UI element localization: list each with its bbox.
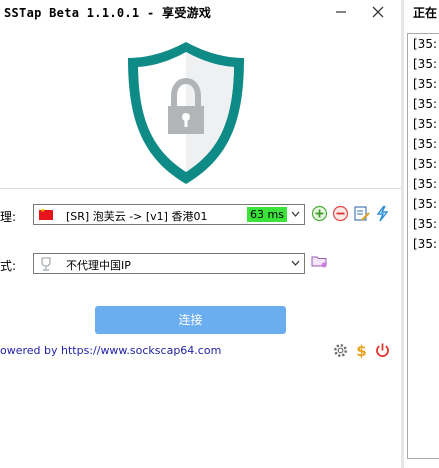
log-title: 正在	[413, 6, 438, 20]
log-textbox[interactable]: [35: [35: [35: [35: [35: [35: [35: [35: …	[407, 33, 439, 459]
speed-test-icon[interactable]	[374, 205, 391, 222]
shield-lock-logo	[128, 42, 244, 184]
latency-badge: 63 ms	[247, 207, 287, 222]
proxy-label: 理:	[0, 210, 17, 224]
log-line: [35:	[413, 117, 437, 131]
log-line: [35:	[413, 77, 437, 91]
log-line: [35:	[413, 157, 437, 171]
mode-select[interactable]: 不代理中国IP	[33, 253, 305, 274]
log-line: [35:	[413, 217, 437, 231]
log-line: [35:	[413, 57, 437, 71]
add-server-icon[interactable]	[311, 205, 328, 222]
powered-by-link[interactable]: owered by https://www.sockscap64.com	[0, 344, 221, 357]
edit-server-icon[interactable]	[353, 205, 370, 222]
separator	[0, 188, 401, 189]
gear-icon[interactable]	[332, 342, 349, 359]
log-line: [35:	[413, 97, 437, 111]
minimize-icon	[336, 11, 346, 13]
mode-label: 式:	[0, 259, 17, 273]
log-line: [35:	[413, 237, 437, 251]
log-line: [35:	[413, 37, 437, 51]
log-line: [35:	[413, 137, 437, 151]
chevron-down-icon	[291, 260, 300, 266]
mode-value: 不代理中国IP	[66, 259, 131, 272]
title-bar: SSTap Beta 1.1.0.1 - 享受游戏	[0, 0, 401, 24]
log-line: [35:	[413, 177, 437, 191]
proxy-server-select[interactable]: [SR] 泡芙云 -> [v1] 香港01 63 ms	[33, 204, 305, 225]
donate-dollar-icon[interactable]: $	[353, 342, 370, 359]
svg-text:$: $	[356, 342, 366, 359]
connect-button[interactable]: 连接	[95, 306, 286, 334]
remove-server-icon[interactable]	[332, 205, 349, 222]
close-button[interactable]	[363, 1, 393, 23]
china-flag-icon	[39, 207, 53, 220]
log-line: [35:	[413, 197, 437, 211]
app-title: SSTap Beta 1.1.0.1 - 享受游戏	[4, 6, 212, 20]
power-icon[interactable]	[374, 342, 391, 359]
mode-folder-icon[interactable]	[311, 253, 328, 270]
minimize-button[interactable]	[326, 1, 356, 23]
close-icon	[372, 6, 384, 18]
chevron-down-icon	[291, 211, 300, 217]
main-panel: SSTap Beta 1.1.0.1 - 享受游戏 理: [SR] 泡芙云 ->…	[0, 0, 401, 468]
proxy-server-value: [SR] 泡芙云 -> [v1] 香港01	[66, 210, 208, 223]
trophy-icon	[41, 257, 51, 271]
